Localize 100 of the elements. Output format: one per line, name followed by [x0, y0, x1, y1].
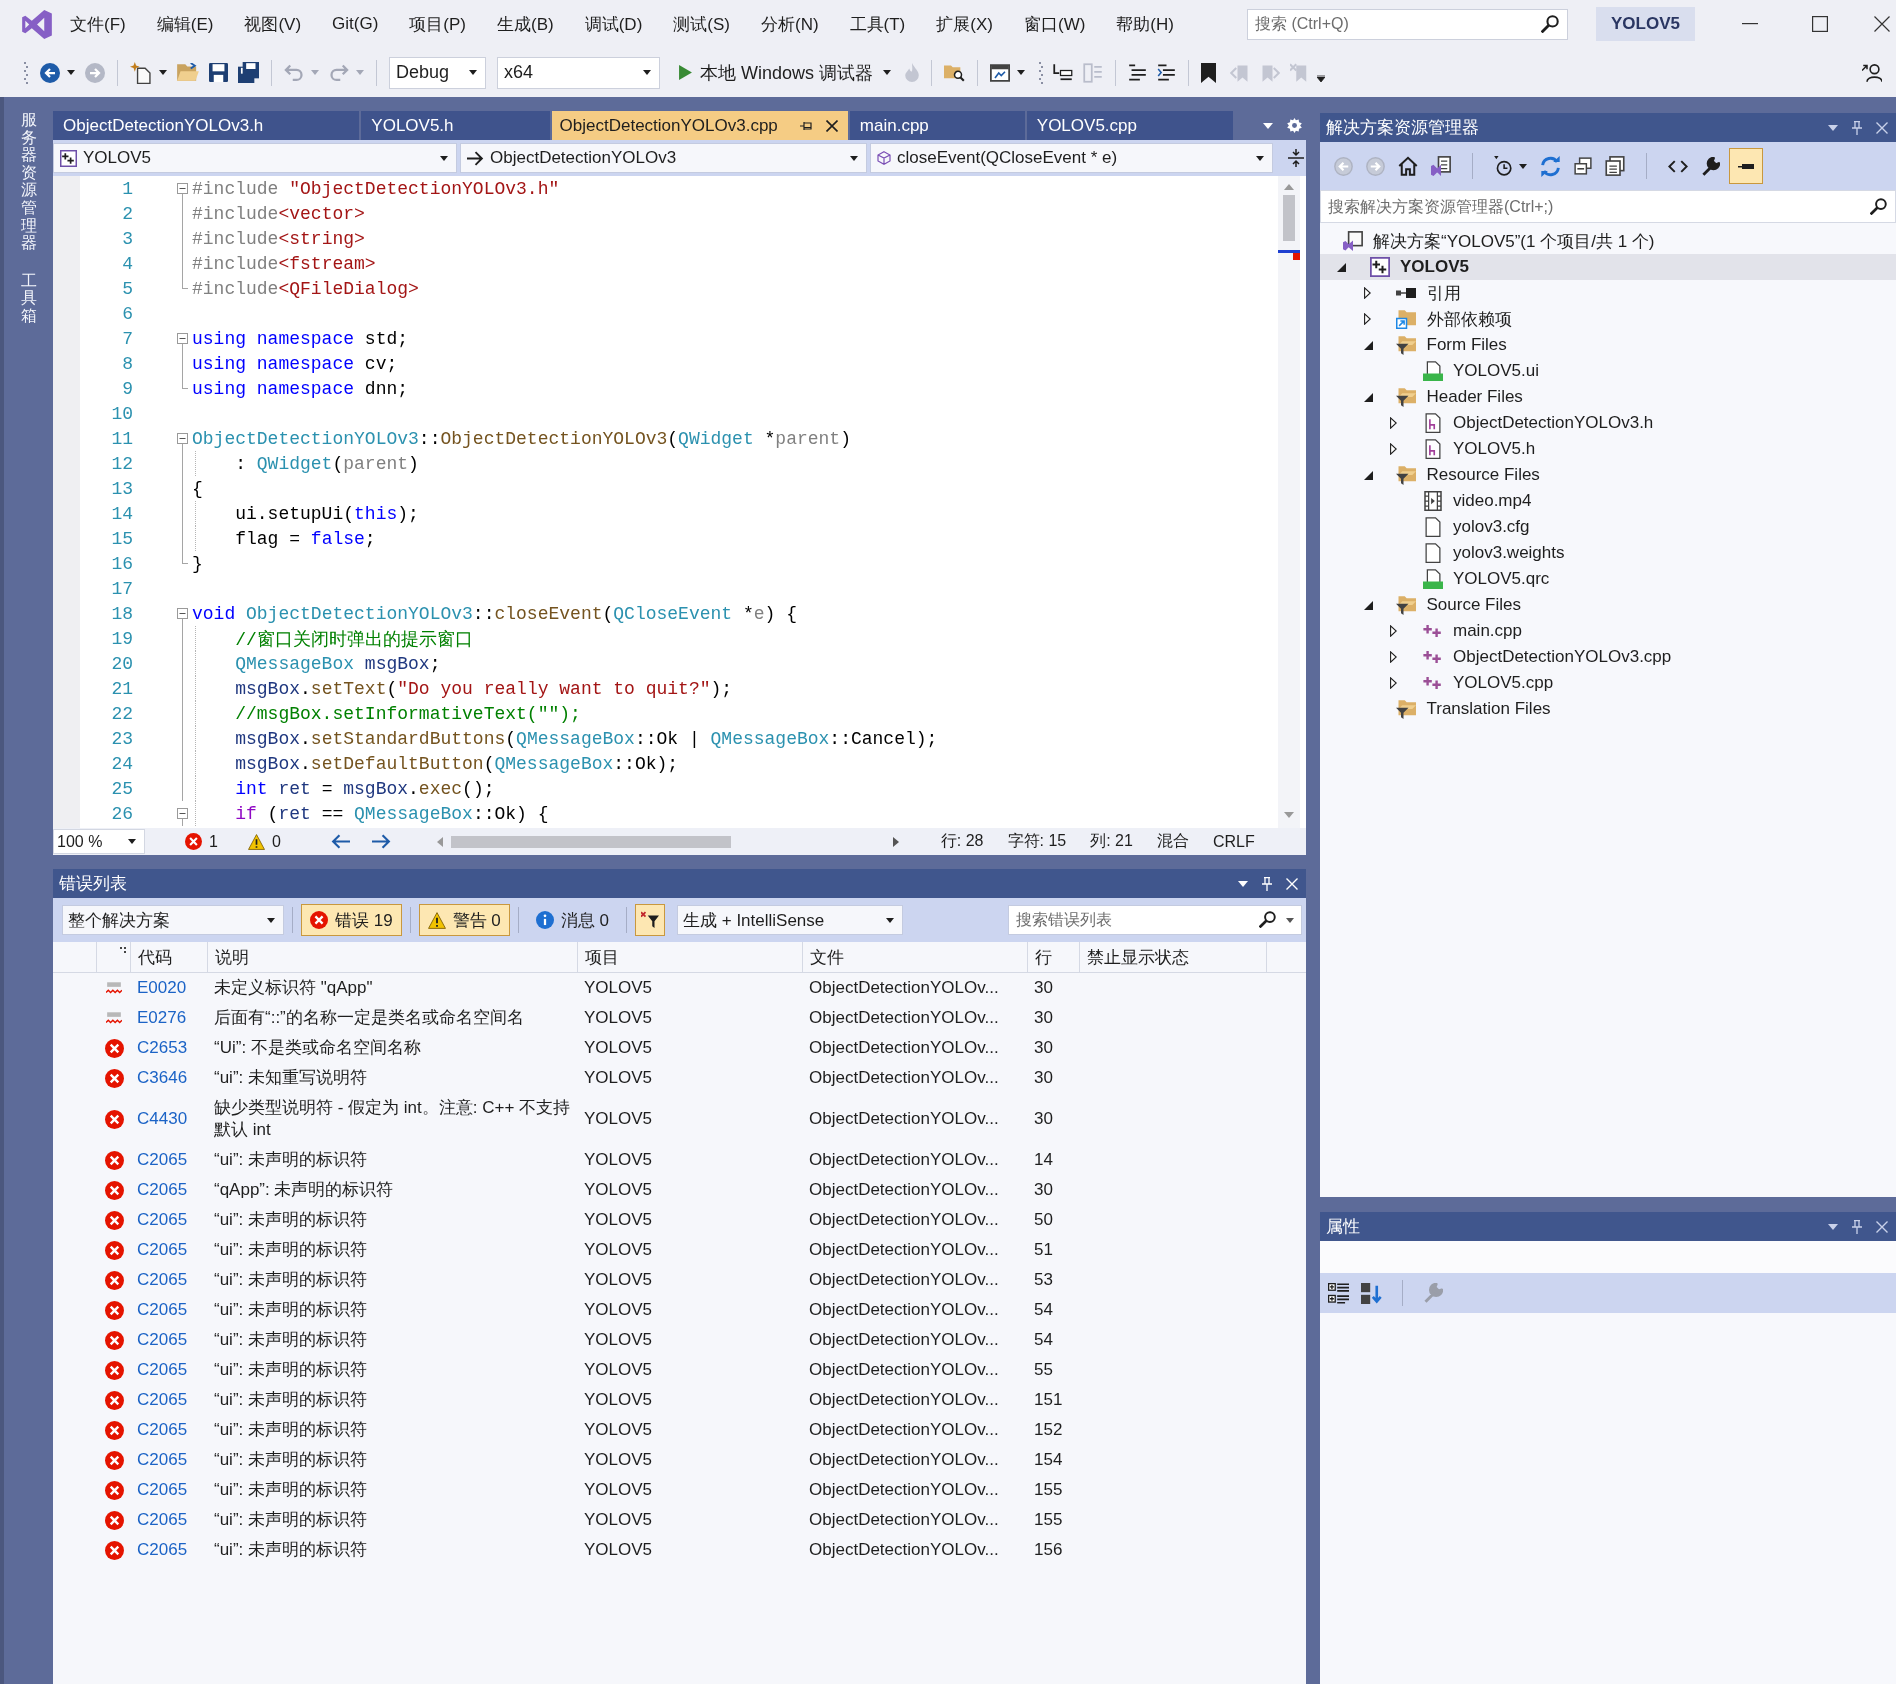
- tree-item[interactable]: YOLOV5: [1320, 254, 1896, 280]
- tree-toggle-icon[interactable]: [1363, 470, 1373, 480]
- search-icon[interactable]: [1259, 911, 1276, 928]
- error-code-link[interactable]: C2065: [137, 1330, 188, 1350]
- caret-icon[interactable]: [883, 70, 892, 75]
- configuration-dropdown[interactable]: Debug: [389, 56, 486, 89]
- visual-studio-logo-icon[interactable]: [22, 9, 52, 39]
- caret-icon[interactable]: [1317, 75, 1326, 82]
- menu-item[interactable]: 工具(T): [841, 9, 914, 39]
- collapse-icon[interactable]: [177, 333, 188, 344]
- menu-item[interactable]: 文件(F): [62, 9, 134, 39]
- error-code-link[interactable]: E0276: [137, 1008, 187, 1028]
- tree-item[interactable]: yolov3.weights: [1320, 540, 1896, 566]
- column-header[interactable]: 文件: [810, 945, 844, 969]
- step-lines-icon[interactable]: [1053, 62, 1074, 83]
- scroll-down-icon[interactable]: [1284, 812, 1294, 818]
- collapse-icon[interactable]: [177, 183, 188, 194]
- settings-icon[interactable]: [1287, 118, 1302, 133]
- tree-toggle-icon[interactable]: [1390, 443, 1397, 455]
- editor-tab[interactable]: ObjectDetectionYOLOv3.h: [53, 111, 360, 140]
- scroll-thumb[interactable]: [1283, 195, 1295, 241]
- error-code-link[interactable]: C2065: [137, 1210, 188, 1230]
- column-header[interactable]: 项目: [585, 945, 619, 969]
- collapse-all-icon[interactable]: [1574, 157, 1592, 175]
- error-code-link[interactable]: C3646: [137, 1068, 188, 1088]
- categorized-icon[interactable]: [1328, 1282, 1349, 1304]
- save-icon[interactable]: [209, 63, 228, 82]
- member-dropdown[interactable]: closeEvent(QCloseEvent * e): [870, 143, 1273, 173]
- caret-icon[interactable]: [159, 70, 167, 75]
- tree-item[interactable]: 外部依赖项: [1320, 306, 1896, 332]
- caret-icon[interactable]: [886, 917, 894, 923]
- tree-toggle-icon[interactable]: [1363, 287, 1371, 299]
- tree-item[interactable]: ObjectDetectionYOLOv3.cpp: [1320, 644, 1896, 670]
- menu-item[interactable]: 分析(N): [752, 9, 827, 39]
- grip-handle-icon[interactable]: [24, 61, 28, 84]
- preview-toggle-button[interactable]: [1729, 148, 1763, 184]
- code-view-icon[interactable]: [1668, 159, 1688, 173]
- alphabetical-sort-icon[interactable]: [1361, 1282, 1382, 1304]
- dots-icon[interactable]: [120, 947, 126, 953]
- error-code-link[interactable]: C2065: [137, 1180, 188, 1200]
- menu-item[interactable]: 视图(V): [236, 9, 310, 39]
- menu-item[interactable]: 项目(P): [401, 9, 474, 39]
- line-indicator[interactable]: 行: 28: [940, 831, 984, 852]
- error-code-link[interactable]: C2065: [137, 1270, 188, 1290]
- collapse-icon[interactable]: [177, 608, 188, 619]
- scroll-thumb[interactable]: [450, 835, 731, 848]
- indent-lines-icon[interactable]: [1157, 64, 1177, 81]
- tree-item[interactable]: YOLOV5.cpp: [1320, 670, 1896, 696]
- error-code-link[interactable]: C2065: [137, 1240, 188, 1260]
- search-icon[interactable]: [1541, 15, 1559, 33]
- error-code-link[interactable]: C2065: [137, 1510, 188, 1530]
- pin-icon[interactable]: [799, 120, 812, 131]
- column-header[interactable]: 说明: [215, 945, 249, 969]
- error-code-link[interactable]: C2065: [137, 1150, 188, 1170]
- menu-item[interactable]: 帮助(H): [1108, 9, 1182, 39]
- error-code-link[interactable]: C2065: [137, 1420, 188, 1440]
- error-code-link[interactable]: E0020: [137, 978, 187, 998]
- column-header[interactable]: 行: [1035, 945, 1052, 969]
- scope-dropdown[interactable]: ObjectDetectionYOLOv3: [460, 143, 867, 173]
- tree-item[interactable]: Source Files: [1320, 592, 1896, 618]
- tree-item[interactable]: Header Files: [1320, 384, 1896, 410]
- solution-switch-icon[interactable]: [1431, 156, 1451, 176]
- open-folder-icon[interactable]: [177, 63, 199, 82]
- scroll-up-icon[interactable]: [1284, 184, 1294, 190]
- tree-item[interactable]: Translation Files: [1320, 696, 1896, 722]
- tree-toggle-icon[interactable]: [1390, 651, 1397, 663]
- editor-tab[interactable]: YOLOV5.cpp: [1026, 111, 1233, 140]
- maximize-icon[interactable]: [1812, 16, 1828, 32]
- tree-toggle-icon[interactable]: [1363, 392, 1373, 402]
- tree-toggle-icon[interactable]: [1390, 677, 1397, 689]
- caret-icon[interactable]: [1238, 880, 1248, 887]
- menu-item[interactable]: 编辑(E): [148, 9, 222, 39]
- caret-icon[interactable]: [850, 155, 858, 161]
- tree-toggle-icon[interactable]: [1390, 417, 1397, 429]
- tree-toggle-icon[interactable]: [1363, 313, 1371, 325]
- editor-tab[interactable]: YOLOV5.h: [361, 111, 550, 140]
- folder-search-icon[interactable]: [944, 63, 966, 82]
- caret-icon[interactable]: [440, 155, 448, 161]
- menu-item[interactable]: 测试(S): [665, 9, 738, 39]
- zoom-dropdown[interactable]: 100 %: [53, 829, 145, 854]
- window-icon[interactable]: [990, 62, 1011, 83]
- error-code-link[interactable]: C2065: [137, 1360, 188, 1380]
- caret-icon[interactable]: [67, 70, 75, 75]
- messages-filter-button[interactable]: 消息 0: [526, 904, 618, 936]
- tree-item[interactable]: 引用: [1320, 280, 1896, 306]
- filter-toggle-button[interactable]: [635, 904, 665, 936]
- tree-item[interactable]: Resource Files: [1320, 462, 1896, 488]
- tree-toggle-icon[interactable]: [1337, 262, 1346, 272]
- caret-icon[interactable]: [1286, 918, 1294, 923]
- caret-icon[interactable]: [267, 917, 275, 923]
- bookmark-icon[interactable]: [1201, 62, 1217, 83]
- error-code-link[interactable]: C2653: [137, 1038, 188, 1058]
- tree-item[interactable]: 解决方案“YOLOV5”(1 个项目/共 1 个): [1320, 228, 1896, 254]
- scope-dropdown[interactable]: 整个解决方案: [62, 905, 284, 935]
- warning-icon[interactable]: [247, 833, 265, 850]
- menu-item[interactable]: 扩展(X): [928, 9, 1001, 39]
- error-icon[interactable]: [185, 833, 202, 850]
- save-all-icon[interactable]: [238, 62, 259, 83]
- collapse-icon[interactable]: [177, 808, 188, 819]
- column-header[interactable]: 禁止显示状态: [1087, 945, 1189, 969]
